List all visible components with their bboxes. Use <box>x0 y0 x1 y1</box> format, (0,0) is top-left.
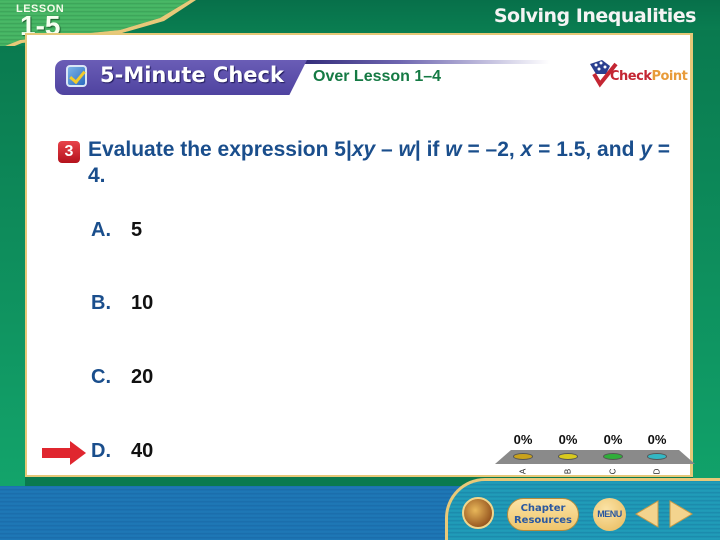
over-lesson-subtitle: Over Lesson 1–4 <box>313 68 442 85</box>
checkpoint-logo-text: CheckPoint <box>610 69 688 84</box>
answer-option-c[interactable]: C. 20 <box>91 366 153 389</box>
answer-letter: B. <box>91 292 111 314</box>
menu-button[interactable]: MENU <box>593 498 626 531</box>
correct-answer-arrow-icon <box>42 441 86 465</box>
answer-letter: D. <box>91 440 111 462</box>
question-text: Evaluate the expression 5|xy – w| if w =… <box>88 138 671 187</box>
slide-content-panel <box>25 33 693 477</box>
answer-letter: C. <box>91 366 111 388</box>
answer-value: 40 <box>131 440 154 462</box>
checkbox-icon <box>66 65 87 87</box>
chapter-title: Solving Inequalities <box>493 5 697 27</box>
next-arrow-icon[interactable] <box>668 499 694 529</box>
answer-value: 20 <box>131 366 154 388</box>
poll-oval-b <box>558 453 578 460</box>
answer-option-d[interactable]: D. 40 <box>91 440 153 463</box>
answer-value: 10 <box>131 292 154 314</box>
answer-option-b[interactable]: B. 10 <box>91 292 153 315</box>
poll-percent-c: 0% <box>603 432 623 447</box>
answer-option-a[interactable]: A. 5 <box>91 219 142 242</box>
answer-letter: A. <box>91 219 111 241</box>
poll-percent-a: 0% <box>513 432 533 447</box>
check-bar-divider <box>300 60 550 64</box>
poll-percent-b: 0% <box>558 432 578 447</box>
answer-value: 5 <box>131 219 143 241</box>
poll-percent-d: 0% <box>647 432 667 447</box>
left-border-strip <box>0 46 25 486</box>
poll-oval-a <box>513 453 533 460</box>
poll-oval-c <box>603 453 623 460</box>
response-poll-chart: 0% 0% 0% 0% A B C D <box>495 430 695 480</box>
question-number-badge: 3 <box>58 141 80 163</box>
right-border-strip <box>693 30 720 486</box>
five-minute-check-title: 5-Minute Check <box>100 63 284 87</box>
globe-icon[interactable] <box>462 497 494 529</box>
chapter-resources-button[interactable]: Chapter Resources <box>507 498 579 531</box>
poll-oval-d <box>647 453 667 460</box>
previous-arrow-icon[interactable] <box>634 499 660 529</box>
